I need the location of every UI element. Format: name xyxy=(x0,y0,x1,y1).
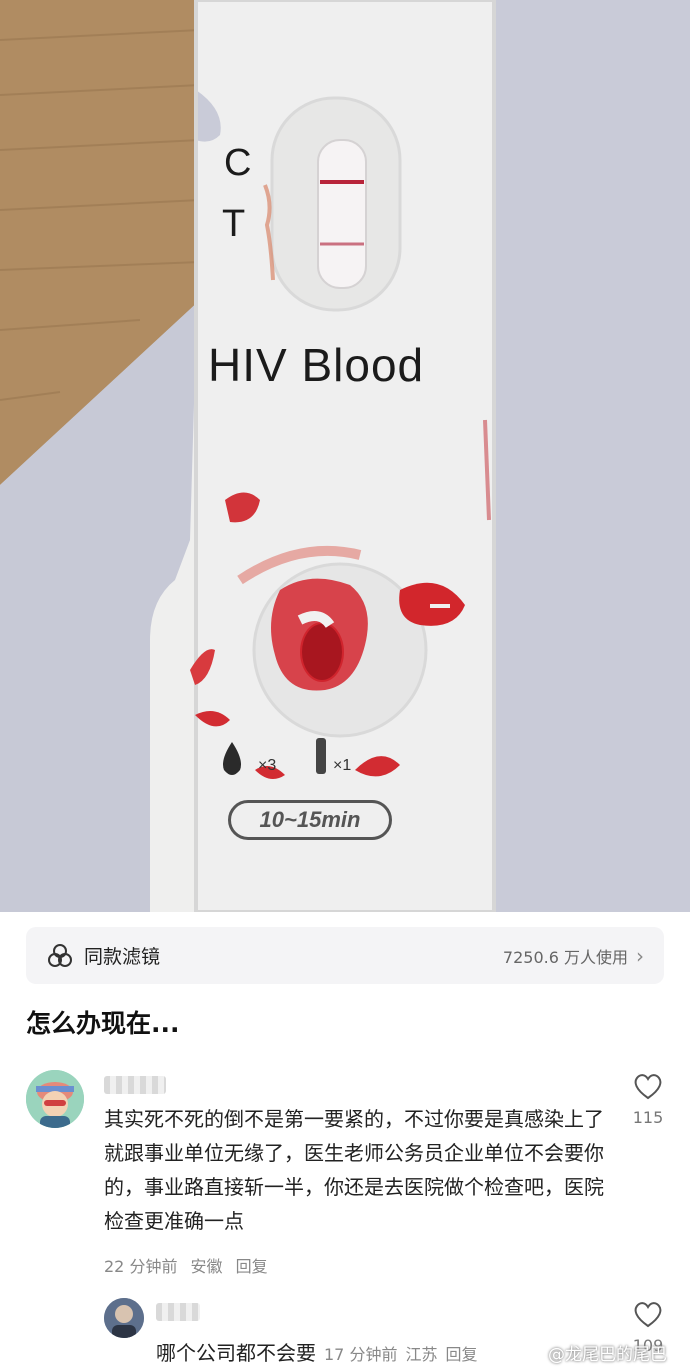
control-line-label: C xyxy=(224,142,252,184)
comment-text: 哪个公司都不会要 xyxy=(156,1341,316,1365)
filter-title: 同款滤镜 xyxy=(84,946,161,968)
test-strip-photo: ×3 ×1 xyxy=(0,0,690,912)
reply-button[interactable]: 回复 xyxy=(445,1341,477,1365)
strip-brand-label: HIV Blood xyxy=(208,339,425,391)
comment-location: 安徽 xyxy=(190,1257,223,1276)
comment-time: 17 分钟前 xyxy=(324,1345,398,1364)
avatar-cartoon-icon xyxy=(26,1070,84,1128)
comment-location: 江苏 xyxy=(405,1345,438,1364)
heart-icon xyxy=(634,1302,662,1328)
commenter-name-redacted[interactable] xyxy=(104,1076,166,1094)
reply-comment-row: 哪个公司都不会要 17 分钟前 江苏 回复 xyxy=(156,1337,485,1366)
like-count: 115 xyxy=(632,1108,664,1127)
watermark: @龙尾巴的尾巴 xyxy=(548,1345,667,1365)
comment-time: 22 分钟前 xyxy=(104,1257,178,1276)
filter-icon xyxy=(48,943,72,967)
same-filter-bar[interactable]: 同款滤镜 7250.6 万人使用 › xyxy=(26,927,664,984)
chevron-right-icon: › xyxy=(636,943,644,968)
post-photo[interactable]: ×3 ×1 C T HIV Blood 10~15min xyxy=(0,0,690,912)
reply-button[interactable]: 回复 xyxy=(236,1257,268,1276)
svg-text:×1: ×1 xyxy=(333,757,351,774)
svg-text:×3: ×3 xyxy=(258,757,276,774)
like-button[interactable]: 115 xyxy=(628,1072,668,1127)
comment-meta: 22 分钟前 安徽 回复 xyxy=(104,1253,276,1277)
avatar[interactable] xyxy=(26,1070,84,1128)
commenter-name-redacted[interactable] xyxy=(156,1303,200,1321)
test-line-label: T xyxy=(222,203,246,245)
avatar-photo-icon xyxy=(104,1298,144,1338)
strip-time-label: 10~15min xyxy=(228,800,392,840)
avatar[interactable] xyxy=(104,1298,144,1338)
filter-usage-count: 7250.6 万人使用 xyxy=(502,947,628,967)
post-title: 怎么办现在... xyxy=(26,1009,180,1038)
comment-text: 其实死不死的倒不是第一要紧的，不过你要是真感染上了就跟事业单位无缘了，医生老师公… xyxy=(104,1107,604,1233)
heart-icon xyxy=(634,1074,662,1100)
